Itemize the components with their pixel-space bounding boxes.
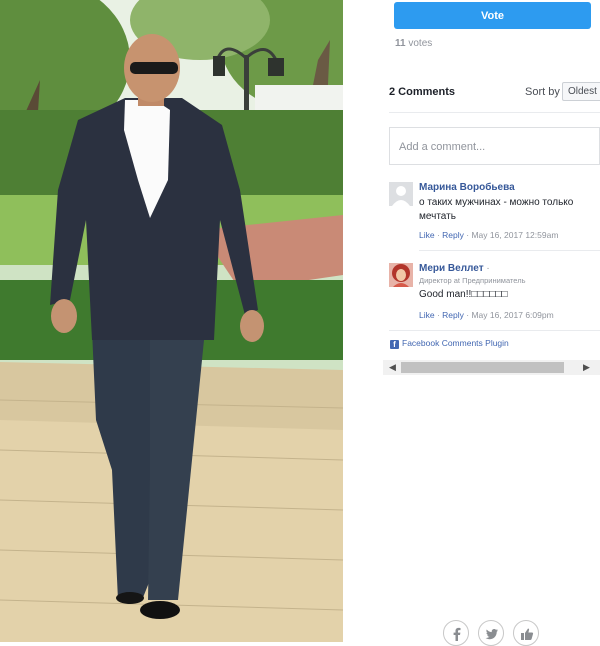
avatar[interactable] xyxy=(389,263,413,287)
vote-button[interactable]: Vote xyxy=(394,2,591,29)
like-link[interactable]: Like xyxy=(419,310,435,320)
header-divider xyxy=(389,112,600,113)
add-comment-input[interactable]: Add a comment... xyxy=(389,127,600,165)
plugin-label[interactable]: Facebook Comments Plugin xyxy=(402,338,509,348)
comment-author[interactable]: Марина Воробьева xyxy=(419,182,600,193)
comment-author-name[interactable]: Мери Веллет xyxy=(419,263,484,274)
comment-body: Мери Веллет · Директор at Предпринимател… xyxy=(419,263,600,320)
reply-link[interactable]: Reply xyxy=(442,310,464,320)
comments-count: 2 Comments xyxy=(389,86,456,98)
horizontal-scrollbar[interactable]: ◀ ▶ xyxy=(383,360,600,375)
facebook-icon xyxy=(453,627,461,641)
share-like-button[interactable] xyxy=(513,620,539,646)
comment-author[interactable]: Мери Веллет · xyxy=(419,263,600,274)
comment-timestamp[interactable]: May 16, 2017 6:09pm xyxy=(471,310,553,320)
comment-divider xyxy=(419,250,600,251)
sort-select[interactable]: Oldest xyxy=(562,82,600,101)
share-twitter-button[interactable] xyxy=(478,620,504,646)
comment-body: Марина Воробьева о таких мужчинах - можн… xyxy=(419,182,600,240)
comment-text: Good man!!□□□□□□ xyxy=(419,289,508,300)
comment-actions: Like · Reply · May 16, 2017 12:59am xyxy=(419,230,559,240)
user-photo-icon xyxy=(389,263,413,287)
chevron-left-icon[interactable]: ◀ xyxy=(385,360,400,375)
twitter-icon xyxy=(485,629,498,640)
comment-text: о таких мужчинах - можно только мечтать xyxy=(419,197,574,222)
default-avatar-icon xyxy=(389,182,413,206)
avatar[interactable] xyxy=(389,182,413,206)
share-facebook-button[interactable] xyxy=(443,620,469,646)
vote-count-number: 11 xyxy=(395,38,406,49)
facebook-comments-plugin-link[interactable]: f Facebook Comments Plugin xyxy=(390,338,509,349)
scrollbar-thumb[interactable] xyxy=(401,362,564,373)
comment-timestamp[interactable]: May 16, 2017 12:59am xyxy=(471,230,558,240)
chevron-right-icon[interactable]: ▶ xyxy=(579,360,594,375)
thumbs-up-icon xyxy=(521,628,534,640)
comments-footer-divider xyxy=(389,330,600,331)
facebook-icon: f xyxy=(390,340,399,349)
like-link[interactable]: Like xyxy=(419,230,435,240)
main-photo xyxy=(0,0,343,642)
sort-label: Sort by xyxy=(525,86,560,98)
photo-man-in-suit xyxy=(0,0,343,642)
comment-author-subtitle: Директор at Предприниматель xyxy=(419,276,526,285)
vote-count-label: votes xyxy=(408,38,433,49)
vote-count: 11 votes xyxy=(395,38,432,49)
comments-header: 2 Comments Sort by Oldest xyxy=(389,82,600,108)
comment-actions: Like · Reply · May 16, 2017 6:09pm xyxy=(419,310,554,320)
reply-link[interactable]: Reply xyxy=(442,230,464,240)
side-panel: Vote 11 votes 2 Comments Sort by Oldest … xyxy=(383,0,600,646)
